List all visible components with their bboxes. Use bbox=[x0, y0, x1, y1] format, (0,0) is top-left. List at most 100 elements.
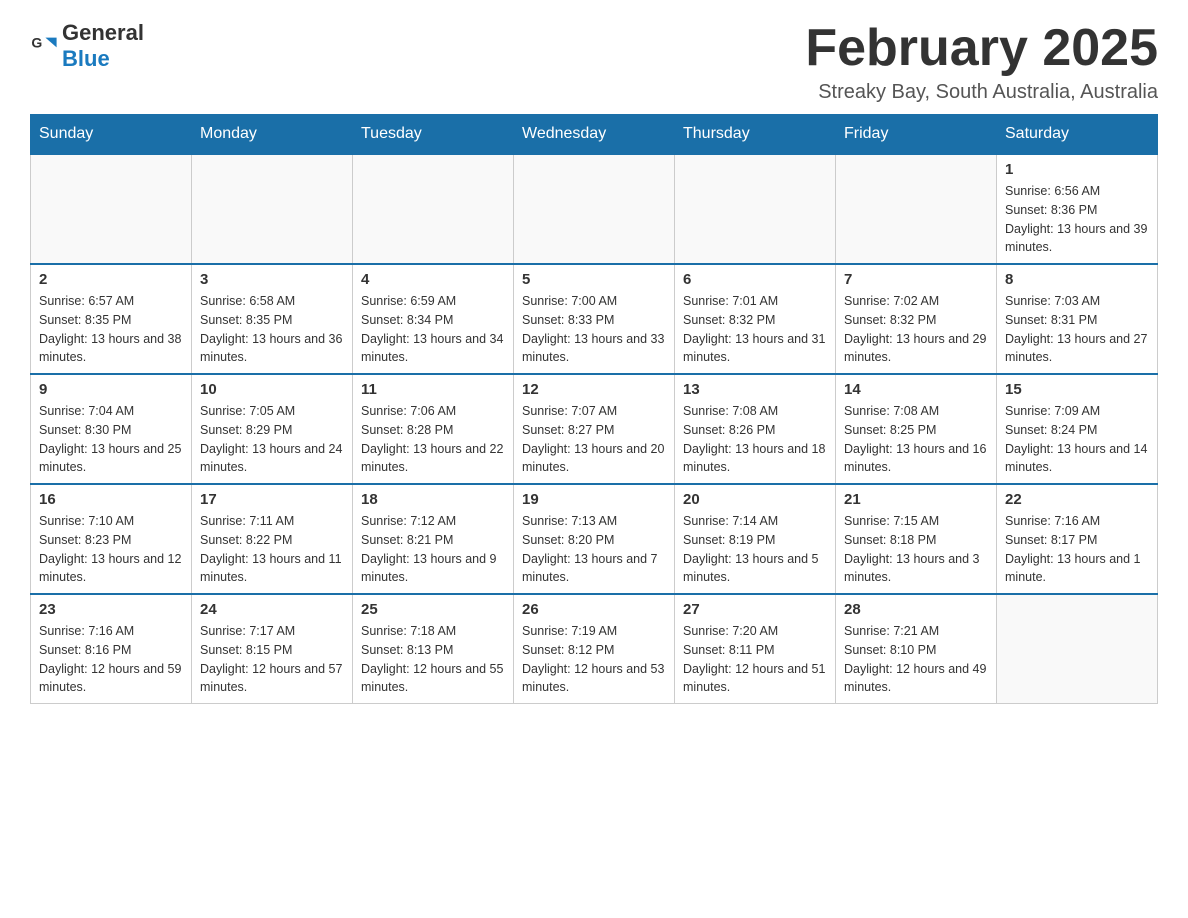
calendar-cell bbox=[997, 594, 1158, 704]
day-info: Sunrise: 7:20 AMSunset: 8:11 PMDaylight:… bbox=[683, 622, 827, 697]
day-number: 28 bbox=[844, 601, 988, 618]
day-number: 24 bbox=[200, 601, 344, 618]
calendar-cell bbox=[836, 154, 997, 264]
day-info: Sunrise: 7:21 AMSunset: 8:10 PMDaylight:… bbox=[844, 622, 988, 697]
day-info: Sunrise: 7:14 AMSunset: 8:19 PMDaylight:… bbox=[683, 512, 827, 587]
calendar-cell: 10 Sunrise: 7:05 AMSunset: 8:29 PMDayligh… bbox=[192, 374, 353, 484]
day-number: 4 bbox=[361, 271, 505, 288]
calendar-cell: 12Sunrise: 7:07 AMSunset: 8:27 PMDayligh… bbox=[514, 374, 675, 484]
day-number: 13 bbox=[683, 381, 827, 398]
calendar-cell: 2 Sunrise: 6:57 AMSunset: 8:35 PMDaylight… bbox=[31, 264, 192, 374]
day-info: Sunrise: 7:16 AMSunset: 8:17 PMDaylight:… bbox=[1005, 512, 1149, 587]
day-info: Sunrise: 6:56 AMSunset: 8:36 PMDaylight:… bbox=[1005, 182, 1149, 257]
day-info: Sunrise: 7:00 AMSunset: 8:33 PMDaylight:… bbox=[522, 292, 666, 367]
day-info: Sunrise: 6:58 AMSunset: 8:35 PMDaylight:… bbox=[200, 292, 344, 367]
calendar-cell: 1 Sunrise: 6:56 AMSunset: 8:36 PMDaylight… bbox=[997, 154, 1158, 264]
title-block: February 2025 Streaky Bay, South Austral… bbox=[805, 20, 1158, 104]
day-number: 2 bbox=[39, 271, 183, 288]
day-number: 27 bbox=[683, 601, 827, 618]
calendar-cell: 17 Sunrise: 7:11 AMSunset: 8:22 PMDayligh… bbox=[192, 484, 353, 594]
calendar-cell: 21Sunrise: 7:15 AMSunset: 8:18 PMDayligh… bbox=[836, 484, 997, 594]
day-info: Sunrise: 7:09 AMSunset: 8:24 PMDaylight:… bbox=[1005, 402, 1149, 477]
day-number: 8 bbox=[1005, 271, 1149, 288]
day-info: Sunrise: 7:07 AMSunset: 8:27 PMDaylight:… bbox=[522, 402, 666, 477]
day-info: Sunrise: 7:11 AMSunset: 8:22 PMDaylight:… bbox=[200, 512, 344, 587]
calendar-cell: 19 Sunrise: 7:13 AMSunset: 8:20 PMDayligh… bbox=[514, 484, 675, 594]
day-number: 19 bbox=[522, 491, 666, 508]
week-row-3: 9 Sunrise: 7:04 AMSunset: 8:30 PMDaylight… bbox=[31, 374, 1158, 484]
day-info: Sunrise: 7:08 AMSunset: 8:25 PMDaylight:… bbox=[844, 402, 988, 477]
day-info: Sunrise: 6:59 AMSunset: 8:34 PMDaylight:… bbox=[361, 292, 505, 367]
calendar-cell: 14 Sunrise: 7:08 AMSunset: 8:25 PMDayligh… bbox=[836, 374, 997, 484]
day-number: 22 bbox=[1005, 491, 1149, 508]
day-number: 20 bbox=[683, 491, 827, 508]
day-info: Sunrise: 7:13 AMSunset: 8:20 PMDaylight:… bbox=[522, 512, 666, 587]
day-number: 15 bbox=[1005, 381, 1149, 398]
day-info: Sunrise: 7:03 AMSunset: 8:31 PMDaylight:… bbox=[1005, 292, 1149, 367]
day-info: Sunrise: 7:19 AMSunset: 8:12 PMDaylight:… bbox=[522, 622, 666, 697]
calendar-cell bbox=[514, 154, 675, 264]
day-number: 10 bbox=[200, 381, 344, 398]
calendar-cell: 15 Sunrise: 7:09 AMSunset: 8:24 PMDayligh… bbox=[997, 374, 1158, 484]
day-info: Sunrise: 7:01 AMSunset: 8:32 PMDaylight:… bbox=[683, 292, 827, 367]
calendar-cell: 11Sunrise: 7:06 AMSunset: 8:28 PMDayligh… bbox=[353, 374, 514, 484]
header-wednesday: Wednesday bbox=[514, 115, 675, 155]
day-info: Sunrise: 7:10 AMSunset: 8:23 PMDaylight:… bbox=[39, 512, 183, 587]
page-header: G General Blue February 2025 Streaky Bay… bbox=[30, 20, 1158, 104]
calendar-cell: 8 Sunrise: 7:03 AMSunset: 8:31 PMDaylight… bbox=[997, 264, 1158, 374]
day-info: Sunrise: 7:08 AMSunset: 8:26 PMDaylight:… bbox=[683, 402, 827, 477]
day-number: 26 bbox=[522, 601, 666, 618]
calendar-cell: 3 Sunrise: 6:58 AMSunset: 8:35 PMDaylight… bbox=[192, 264, 353, 374]
day-number: 6 bbox=[683, 271, 827, 288]
calendar-cell: 7 Sunrise: 7:02 AMSunset: 8:32 PMDaylight… bbox=[836, 264, 997, 374]
logo: G General Blue bbox=[30, 20, 144, 72]
day-number: 16 bbox=[39, 491, 183, 508]
calendar-cell: 24 Sunrise: 7:17 AMSunset: 8:15 PMDayligh… bbox=[192, 594, 353, 704]
calendar-cell: 9 Sunrise: 7:04 AMSunset: 8:30 PMDaylight… bbox=[31, 374, 192, 484]
header-sunday: Sunday bbox=[31, 115, 192, 155]
header-thursday: Thursday bbox=[675, 115, 836, 155]
day-number: 23 bbox=[39, 601, 183, 618]
day-info: Sunrise: 7:15 AMSunset: 8:18 PMDaylight:… bbox=[844, 512, 988, 587]
week-row-5: 23 Sunrise: 7:16 AMSunset: 8:16 PMDayligh… bbox=[31, 594, 1158, 704]
calendar-cell bbox=[675, 154, 836, 264]
day-info: Sunrise: 6:57 AMSunset: 8:35 PMDaylight:… bbox=[39, 292, 183, 367]
day-info: Sunrise: 7:18 AMSunset: 8:13 PMDaylight:… bbox=[361, 622, 505, 697]
svg-text:G: G bbox=[31, 34, 42, 50]
day-info: Sunrise: 7:02 AMSunset: 8:32 PMDaylight:… bbox=[844, 292, 988, 367]
calendar-header-row: SundayMondayTuesdayWednesdayThursdayFrid… bbox=[31, 115, 1158, 155]
day-info: Sunrise: 7:04 AMSunset: 8:30 PMDaylight:… bbox=[39, 402, 183, 477]
day-number: 17 bbox=[200, 491, 344, 508]
day-info: Sunrise: 7:06 AMSunset: 8:28 PMDaylight:… bbox=[361, 402, 505, 477]
day-info: Sunrise: 7:17 AMSunset: 8:15 PMDaylight:… bbox=[200, 622, 344, 697]
header-saturday: Saturday bbox=[997, 115, 1158, 155]
calendar-cell: 6 Sunrise: 7:01 AMSunset: 8:32 PMDaylight… bbox=[675, 264, 836, 374]
day-info: Sunrise: 7:05 AMSunset: 8:29 PMDaylight:… bbox=[200, 402, 344, 477]
calendar-cell: 13 Sunrise: 7:08 AMSunset: 8:26 PMDayligh… bbox=[675, 374, 836, 484]
calendar-cell: 28 Sunrise: 7:21 AMSunset: 8:10 PMDayligh… bbox=[836, 594, 997, 704]
calendar-cell: 18 Sunrise: 7:12 AMSunset: 8:21 PMDayligh… bbox=[353, 484, 514, 594]
day-number: 9 bbox=[39, 381, 183, 398]
logo-blue: Blue bbox=[62, 46, 110, 71]
day-number: 1 bbox=[1005, 161, 1149, 178]
day-info: Sunrise: 7:16 AMSunset: 8:16 PMDaylight:… bbox=[39, 622, 183, 697]
calendar-cell: 26 Sunrise: 7:19 AMSunset: 8:12 PMDayligh… bbox=[514, 594, 675, 704]
header-monday: Monday bbox=[192, 115, 353, 155]
calendar-cell bbox=[353, 154, 514, 264]
day-number: 18 bbox=[361, 491, 505, 508]
calendar-cell: 22 Sunrise: 7:16 AMSunset: 8:17 PMDayligh… bbox=[997, 484, 1158, 594]
calendar-title: February 2025 bbox=[805, 20, 1158, 77]
day-info: Sunrise: 7:12 AMSunset: 8:21 PMDaylight:… bbox=[361, 512, 505, 587]
header-tuesday: Tuesday bbox=[353, 115, 514, 155]
calendar-table: SundayMondayTuesdayWednesdayThursdayFrid… bbox=[30, 114, 1158, 704]
calendar-cell: 16 Sunrise: 7:10 AMSunset: 8:23 PMDayligh… bbox=[31, 484, 192, 594]
calendar-cell: 5Sunrise: 7:00 AMSunset: 8:33 PMDaylight… bbox=[514, 264, 675, 374]
calendar-cell: 4 Sunrise: 6:59 AMSunset: 8:34 PMDaylight… bbox=[353, 264, 514, 374]
calendar-cell bbox=[192, 154, 353, 264]
day-number: 14 bbox=[844, 381, 988, 398]
day-number: 7 bbox=[844, 271, 988, 288]
header-friday: Friday bbox=[836, 115, 997, 155]
logo-general: General bbox=[62, 20, 144, 45]
day-number: 3 bbox=[200, 271, 344, 288]
calendar-cell: 23 Sunrise: 7:16 AMSunset: 8:16 PMDayligh… bbox=[31, 594, 192, 704]
